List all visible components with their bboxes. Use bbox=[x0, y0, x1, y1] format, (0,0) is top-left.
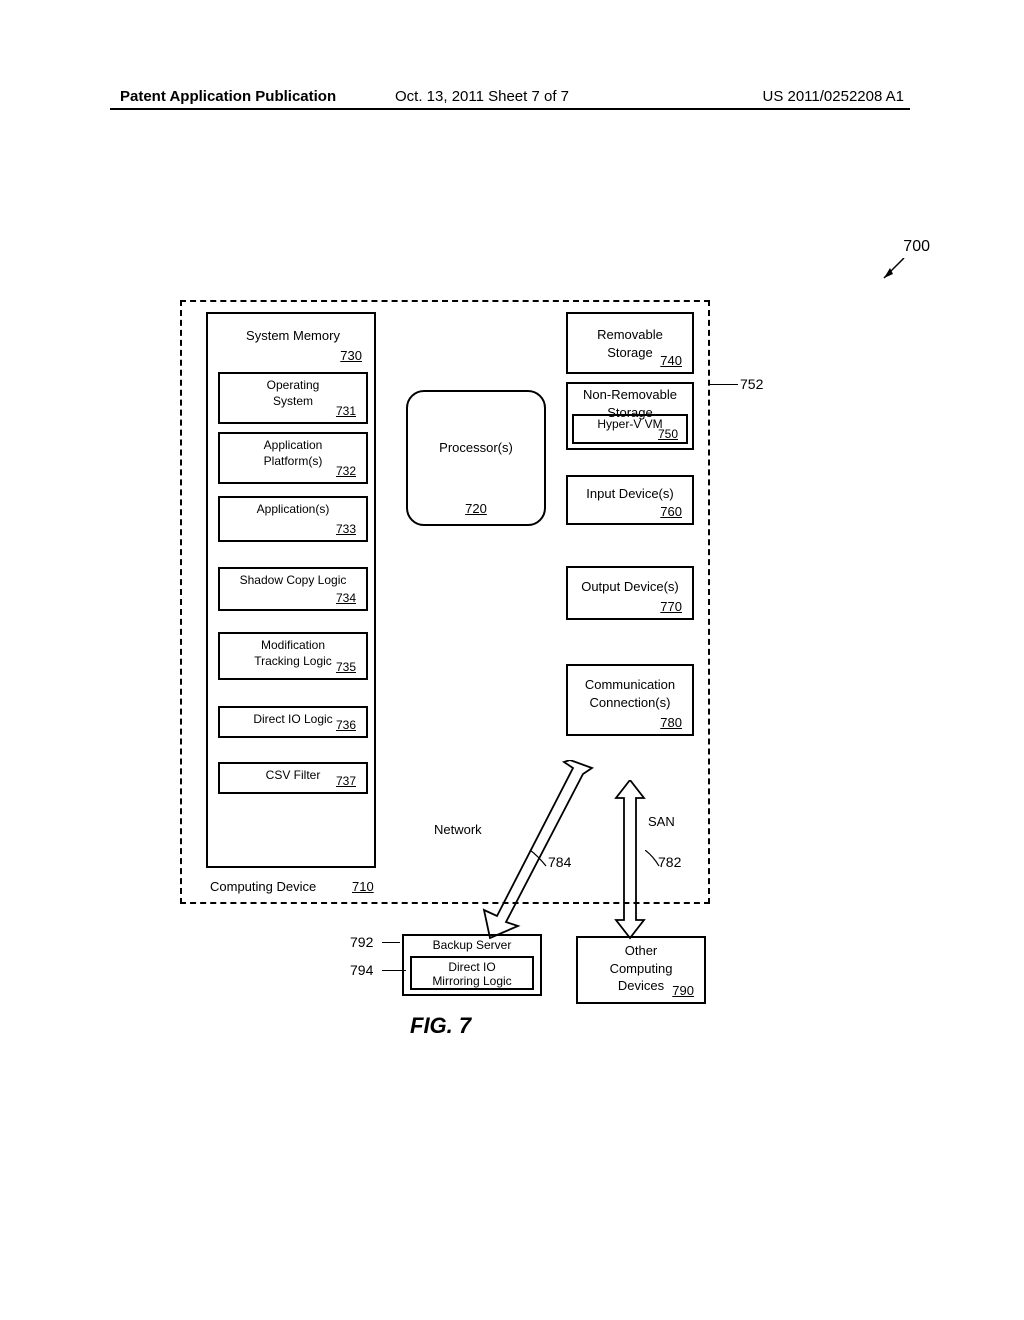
header-left: Patent Application Publication bbox=[120, 88, 336, 105]
page-header: Patent Application Publication Oct. 13, … bbox=[0, 88, 1024, 105]
hyperv-label: Hyper-V VM bbox=[597, 417, 662, 431]
modification-tracking-logic-box: Modification Tracking Logic 735 bbox=[218, 632, 368, 680]
other-label: Other Computing Devices bbox=[610, 943, 673, 993]
removable-storage-box: Removable Storage 740 bbox=[566, 312, 694, 374]
san-label: SAN bbox=[648, 814, 675, 829]
other-computing-devices-box: Other Computing Devices 790 bbox=[576, 936, 706, 1004]
header-center: Oct. 13, 2011 Sheet 7 of 7 bbox=[395, 88, 569, 105]
processors-box: Processor(s) 720 bbox=[406, 390, 546, 526]
input-num: 760 bbox=[660, 503, 682, 521]
header-right: US 2011/0252208 A1 bbox=[762, 88, 904, 105]
processor-label: Processor(s) bbox=[408, 440, 544, 455]
ref-792: 792 bbox=[350, 934, 373, 950]
direct-num: 736 bbox=[336, 718, 356, 734]
removable-label: Removable Storage bbox=[597, 327, 663, 360]
computing-device-num: 710 bbox=[352, 879, 374, 894]
ref-794: 794 bbox=[350, 962, 373, 978]
leader-794 bbox=[382, 970, 406, 971]
network-label: Network bbox=[434, 822, 482, 837]
output-label: Output Device(s) bbox=[581, 579, 679, 594]
leader-792 bbox=[382, 942, 400, 943]
mirror-label: Direct IO Mirroring Logic bbox=[432, 960, 511, 988]
removable-num: 740 bbox=[660, 352, 682, 370]
output-num: 770 bbox=[660, 598, 682, 616]
san-double-arrow-icon bbox=[612, 780, 648, 940]
os-label: Operating System bbox=[267, 378, 320, 408]
backup-server-box: Backup Server Direct IO Mirroring Logic bbox=[402, 934, 542, 996]
arrow-700-icon bbox=[880, 258, 910, 282]
comm-num: 780 bbox=[660, 714, 682, 732]
shadow-copy-logic-box: Shadow Copy Logic 734 bbox=[218, 567, 368, 611]
ref-784: 784 bbox=[548, 854, 571, 870]
direct-io-mirroring-logic-box: Direct IO Mirroring Logic bbox=[410, 956, 534, 990]
system-memory-box: System Memory 730 Operating System 731 A… bbox=[206, 312, 376, 868]
mod-label: Modification Tracking Logic bbox=[254, 638, 332, 668]
backup-label: Backup Server bbox=[433, 938, 512, 952]
ref-700: 700 bbox=[903, 238, 930, 256]
hyper-v-vm-box: Hyper-V VM 750 bbox=[572, 414, 688, 444]
leader-782-icon bbox=[645, 850, 661, 868]
comm-label: Communication Connection(s) bbox=[585, 677, 675, 710]
mod-num: 735 bbox=[336, 660, 356, 676]
computing-device-label: Computing Device bbox=[210, 879, 316, 894]
application-platform-box: Application Platform(s) 732 bbox=[218, 432, 368, 484]
platform-num: 732 bbox=[336, 464, 356, 480]
figure-diagram: 700 System Memory 730 Operating System 7… bbox=[170, 240, 890, 1040]
input-label: Input Device(s) bbox=[586, 486, 673, 501]
apps-num: 733 bbox=[336, 522, 356, 538]
os-num: 731 bbox=[336, 404, 356, 420]
input-devices-box: Input Device(s) 760 bbox=[566, 475, 694, 525]
communication-connections-box: Communication Connection(s) 780 bbox=[566, 664, 694, 736]
other-num: 790 bbox=[672, 982, 694, 1000]
csv-num: 737 bbox=[336, 774, 356, 790]
ref-752: 752 bbox=[740, 376, 763, 392]
direct-io-logic-box: Direct IO Logic 736 bbox=[218, 706, 368, 738]
system-memory-label: System Memory bbox=[208, 328, 378, 343]
leader-752 bbox=[708, 384, 738, 385]
ref-782: 782 bbox=[658, 854, 681, 870]
header-rule bbox=[110, 108, 910, 110]
figure-caption: FIG. 7 bbox=[410, 1013, 471, 1039]
system-memory-num: 730 bbox=[340, 348, 362, 363]
leader-784-icon bbox=[528, 850, 548, 868]
non-removable-storage-box: Non-Removable Storage Hyper-V VM 750 bbox=[566, 382, 694, 450]
direct-label: Direct IO Logic bbox=[253, 712, 332, 726]
csv-filter-box: CSV Filter 737 bbox=[218, 762, 368, 794]
output-devices-box: Output Device(s) 770 bbox=[566, 566, 694, 620]
hyperv-num: 750 bbox=[658, 426, 678, 442]
shadow-label: Shadow Copy Logic bbox=[240, 573, 347, 587]
processor-num: 720 bbox=[408, 501, 544, 516]
shadow-num: 734 bbox=[336, 591, 356, 607]
operating-system-box: Operating System 731 bbox=[218, 372, 368, 424]
applications-box: Application(s) 733 bbox=[218, 496, 368, 542]
platform-label: Application Platform(s) bbox=[264, 438, 323, 468]
csv-label: CSV Filter bbox=[266, 768, 321, 782]
apps-label: Application(s) bbox=[257, 502, 330, 516]
